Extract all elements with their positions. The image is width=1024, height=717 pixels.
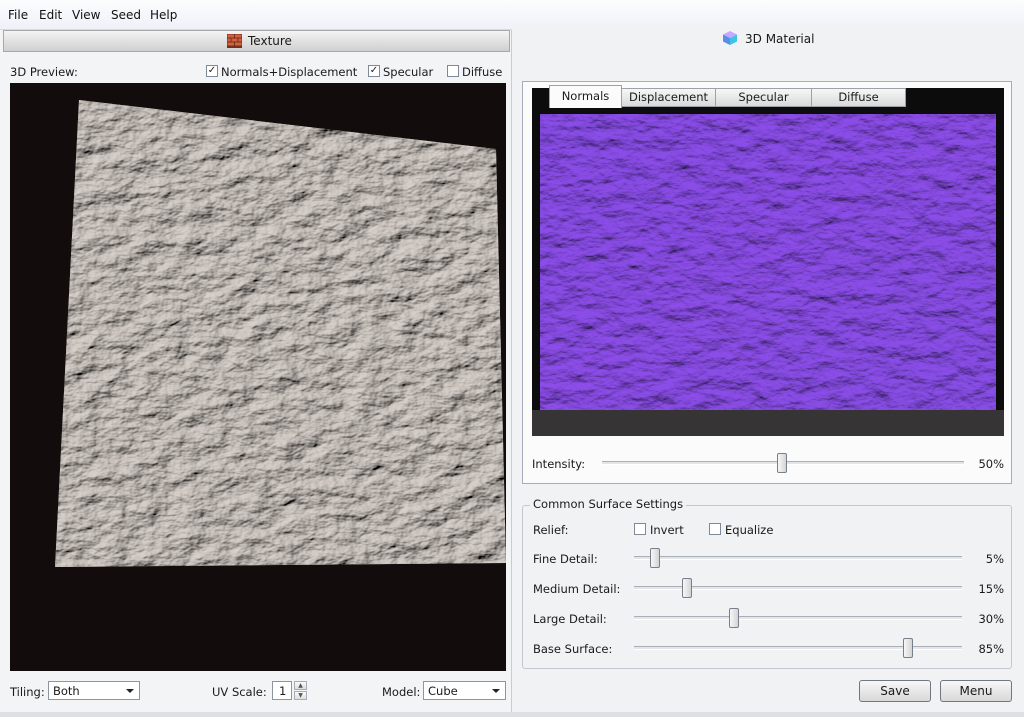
3d-preview-viewport[interactable] <box>10 83 506 671</box>
menu-view[interactable]: View <box>72 8 100 22</box>
chevron-down-icon <box>491 685 501 697</box>
normals-displacement-checkbox[interactable]: ✓ <box>206 65 218 77</box>
uv-scale-stepper[interactable]: ▲ ▼ <box>294 681 307 700</box>
tiling-label: Tiling: <box>10 685 45 699</box>
texture-panel: Texture 3D Preview: ✓ Normals+Displaceme… <box>0 30 512 712</box>
menu-file[interactable]: File <box>8 8 28 22</box>
brick-icon <box>227 34 242 48</box>
medium-detail-value: 15% <box>978 582 1004 596</box>
uv-scale-label: UV Scale: <box>212 685 267 699</box>
diffuse-checkbox[interactable] <box>447 65 459 77</box>
large-detail-value: 30% <box>978 612 1004 626</box>
uv-scale-input[interactable]: 1 <box>272 681 292 700</box>
common-surface-settings-title: Common Surface Settings <box>530 497 687 511</box>
specular-label: Specular <box>383 65 434 79</box>
medium-detail-label: Medium Detail: <box>533 582 621 596</box>
normals-map-view[interactable] <box>532 88 1004 436</box>
fine-detail-value: 5% <box>985 552 1004 566</box>
base-surface-value: 85% <box>978 642 1004 656</box>
tiling-value: Both <box>53 684 80 698</box>
material-tab-content <box>522 81 1012 484</box>
tab-diffuse[interactable]: Diffuse <box>811 88 906 107</box>
stone-texture-plane <box>55 100 506 567</box>
texture-panel-title: Texture <box>248 34 292 48</box>
material-panel: 3D Material Normals Displacement Specula… <box>512 26 1024 712</box>
menu-help[interactable]: Help <box>150 8 177 22</box>
uv-scale-value: 1 <box>279 684 287 698</box>
texture-panel-header[interactable]: Texture <box>3 30 510 52</box>
medium-detail-slider-thumb[interactable] <box>682 578 692 598</box>
intensity-value: 50% <box>978 457 1004 471</box>
tab-normals[interactable]: Normals <box>549 85 622 108</box>
menu-edit[interactable]: Edit <box>39 8 62 22</box>
base-surface-label: Base Surface: <box>533 642 613 656</box>
large-detail-slider-track[interactable] <box>634 616 962 620</box>
menu-button[interactable]: Menu <box>940 680 1012 702</box>
intensity-slider-thumb[interactable] <box>777 453 787 473</box>
chevron-down-icon <box>125 685 135 697</box>
save-button[interactable]: Save <box>859 680 931 702</box>
model-select[interactable]: Cube <box>423 681 506 700</box>
tiling-select[interactable]: Both <box>48 681 140 700</box>
invert-checkbox[interactable] <box>634 523 646 535</box>
material-panel-title: 3D Material <box>745 32 815 46</box>
normals-map-image <box>540 114 996 410</box>
material-panel-header[interactable]: 3D Material <box>512 26 1024 52</box>
invert-label: Invert <box>650 523 684 537</box>
relief-label: Relief: <box>533 523 569 537</box>
specular-checkbox[interactable]: ✓ <box>368 65 380 77</box>
fine-detail-slider-track[interactable] <box>634 556 962 560</box>
cube-icon <box>722 30 738 46</box>
arrow-down-icon[interactable]: ▼ <box>294 691 307 700</box>
base-surface-slider-thumb[interactable] <box>903 638 913 658</box>
equalize-label: Equalize <box>725 523 774 537</box>
menu-seed[interactable]: Seed <box>111 8 141 22</box>
equalize-checkbox[interactable] <box>709 523 721 535</box>
tab-specular[interactable]: Specular <box>715 88 812 107</box>
intensity-label: Intensity: <box>532 457 586 471</box>
preview-label: 3D Preview: <box>10 65 78 79</box>
model-value: Cube <box>428 684 458 698</box>
large-detail-label: Large Detail: <box>533 612 607 626</box>
diffuse-label: Diffuse <box>462 65 503 79</box>
fine-detail-label: Fine Detail: <box>533 552 598 566</box>
window-bottom-edge <box>0 712 1024 717</box>
fine-detail-slider-thumb[interactable] <box>650 548 660 568</box>
normals-view-footer <box>532 410 1004 436</box>
normals-displacement-label: Normals+Displacement <box>221 65 358 79</box>
tab-displacement[interactable]: Displacement <box>621 88 716 107</box>
model-label: Model: <box>382 685 421 699</box>
large-detail-slider-thumb[interactable] <box>729 608 739 628</box>
arrow-up-icon[interactable]: ▲ <box>294 681 307 690</box>
